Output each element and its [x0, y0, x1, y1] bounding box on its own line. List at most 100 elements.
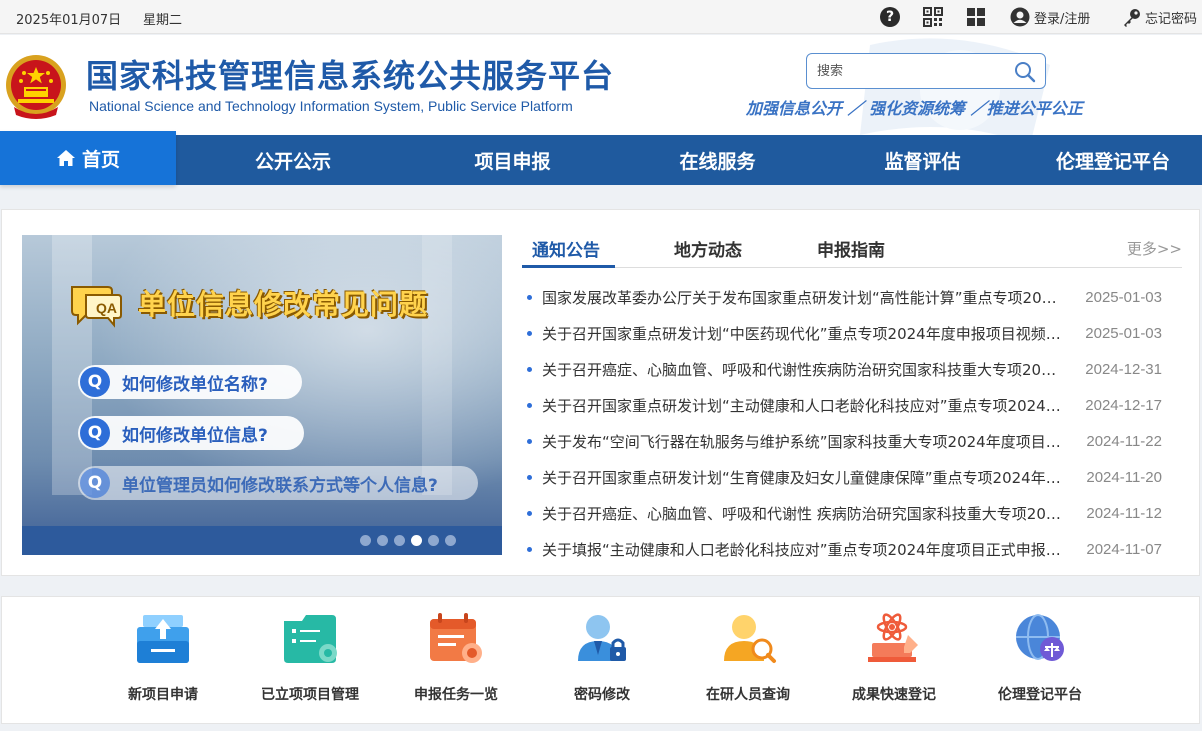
quick-link-password-change[interactable]: 密码修改	[532, 609, 672, 709]
quick-link-label: 已立项项目管理	[261, 687, 359, 703]
globe-scale-icon	[1016, 614, 1064, 661]
qa-chat-icon: QA	[71, 286, 122, 328]
news-title[interactable]: 关于填报“主动健康和人口老龄化科技应对”重点专项2024年度项目正式申报书的通知	[542, 539, 1062, 560]
news-date: 2025-01-03	[1085, 288, 1162, 306]
quick-link-new-project[interactable]: 新项目申请	[93, 609, 233, 709]
news-title[interactable]: 关于发布“空间飞行器在轨服务与维护系统”国家科技重大专项2024年度项目申报指南…	[542, 431, 1062, 452]
tab-application-guide[interactable]: 申报指南	[817, 236, 885, 261]
nav-item-label: 首页	[81, 148, 120, 171]
news-title[interactable]: 关于召开癌症、心脑血管、呼吸和代谢性疾病防治研究国家科技重大专项2024年度项目…	[542, 359, 1062, 380]
carousel-dot[interactable]	[360, 535, 371, 546]
tab-local-news[interactable]: 地方动态	[674, 236, 742, 261]
news-title[interactable]: 关于召开国家重点研发计划“主动健康和人口老龄化科技应对”重点专项2024年度项目…	[542, 395, 1062, 416]
help-icon[interactable]: ?	[880, 7, 900, 27]
carousel-dot-active[interactable]	[411, 535, 422, 546]
national-emblem-icon	[6, 55, 66, 119]
quick-link-researcher-search[interactable]: 在研人员查询	[678, 609, 818, 709]
carousel-dot[interactable]	[394, 535, 405, 546]
news-item[interactable]: 关于召开癌症、心脑血管、呼吸和代谢性疾病防治研究国家科技重大专项2024年度项目…	[527, 351, 1167, 387]
quick-link-project-management[interactable]: 已立项项目管理	[240, 609, 380, 709]
user-search-icon	[724, 615, 776, 663]
quick-link-result-registration[interactable]: 成果快速登记	[824, 609, 964, 709]
news-section: QA 单位信息修改常见问题 Q 如何修改单位名称? Q 如何修改单位信息? Q …	[1, 209, 1200, 576]
current-date: 2025年01月07日	[16, 13, 122, 28]
quick-link-label: 在研人员查询	[706, 687, 790, 703]
news-item[interactable]: 关于填报“主动健康和人口老龄化科技应对”重点专项2024年度项目正式申报书的通知…	[527, 531, 1167, 567]
nav-item-project-application[interactable]: 项目申报	[410, 135, 615, 185]
banner-carousel[interactable]: QA 单位信息修改常见问题 Q 如何修改单位名称? Q 如何修改单位信息? Q …	[22, 235, 502, 555]
bullet-icon	[527, 438, 532, 444]
quick-link-label: 密码修改	[574, 687, 630, 703]
bullet-icon	[527, 510, 532, 516]
faq-text: 如何修改单位名称?	[122, 374, 268, 395]
top-bar: 2025年01月07日 星期二 ? 登录/注册 忘记密码	[0, 0, 1202, 34]
calendar-icon	[430, 613, 482, 663]
faq-item[interactable]: Q 单位管理员如何修改联系方式等个人信息?	[78, 466, 478, 500]
nav-item-home[interactable]: 首页	[0, 131, 176, 185]
news-date: 2024-11-22	[1086, 432, 1162, 450]
news-item[interactable]: 关于发布“空间飞行器在轨服务与维护系统”国家科技重大专项2024年度项目申报指南…	[527, 423, 1167, 459]
nav-item-label: 公开公示	[254, 150, 331, 173]
search-box	[806, 53, 1046, 89]
bullet-icon	[527, 402, 532, 408]
home-icon	[56, 150, 75, 166]
carousel-dot[interactable]	[445, 535, 456, 546]
news-tabs: 通知公告 地方动态 申报指南 更多>>	[522, 230, 1182, 268]
site-header: 国家科技管理信息系统公共服务平台 National Science and Te…	[0, 35, 1202, 135]
faq-text: 单位管理员如何修改联系方式等个人信息?	[122, 475, 438, 496]
apps-grid-icon[interactable]	[966, 7, 986, 27]
nav-item-label: 项目申报	[474, 150, 551, 173]
search-icon[interactable]	[1013, 60, 1037, 84]
faq-text: 如何修改单位信息?	[122, 425, 268, 446]
news-item[interactable]: 关于召开国家重点研发计划“中医药现代化”重点专项2024年度申报项目视频答辩评审…	[527, 315, 1167, 351]
site-subtitle: National Science and Technology Informat…	[89, 98, 573, 114]
news-date: 2024-11-20	[1086, 468, 1162, 486]
nav-item-public-notice[interactable]: 公开公示	[176, 135, 410, 185]
folder-gear-icon	[284, 615, 337, 663]
faq-item[interactable]: Q 如何修改单位名称?	[78, 365, 302, 399]
bullet-icon	[527, 366, 532, 372]
quick-link-application-tasks[interactable]: 申报任务一览	[386, 609, 526, 709]
news-title[interactable]: 关于召开癌症、心脑血管、呼吸和代谢性 疾病防治研究国家科技重大专项2024年度项…	[542, 503, 1062, 524]
faq-item[interactable]: Q 如何修改单位信息?	[78, 416, 304, 450]
atom-pen-icon	[868, 613, 918, 662]
news-title[interactable]: 国家发展改革委办公厅关于发布国家重点研发计划“高性能计算”重点专项2024年度项…	[542, 287, 1062, 308]
login-register-link[interactable]: 登录/注册	[1010, 7, 1090, 27]
qr-code-icon[interactable]	[923, 7, 943, 27]
carousel-dot[interactable]	[428, 535, 439, 546]
nav-item-online-service[interactable]: 在线服务	[615, 135, 820, 185]
forgot-password-link[interactable]: 忘记密码	[1122, 7, 1197, 27]
news-title[interactable]: 关于召开国家重点研发计划“生育健康及妇女儿童健康保障”重点专项2024年度项目视…	[542, 467, 1062, 488]
nav-item-label: 监督评估	[884, 150, 961, 173]
news-item[interactable]: 关于召开癌症、心脑血管、呼吸和代谢性 疾病防治研究国家科技重大专项2024年度项…	[527, 495, 1167, 531]
tab-notices[interactable]: 通知公告	[532, 236, 600, 261]
news-item[interactable]: 关于召开国家重点研发计划“主动健康和人口老龄化科技应对”重点专项2024年度项目…	[527, 387, 1167, 423]
news-date: 2025-01-03	[1085, 324, 1162, 342]
news-item[interactable]: 国家发展改革委办公厅关于发布国家重点研发计划“高性能计算”重点专项2024年度项…	[527, 279, 1167, 315]
svg-text:QA: QA	[96, 300, 117, 316]
news-item[interactable]: 关于召开国家重点研发计划“生育健康及妇女儿童健康保障”重点专项2024年度项目视…	[527, 459, 1167, 495]
more-link[interactable]: 更多>>	[1127, 238, 1182, 259]
quick-link-ethics-platform[interactable]: 伦理登记平台	[970, 609, 1110, 709]
question-icon: Q	[80, 468, 110, 498]
nav-item-ethics-platform[interactable]: 伦理登记平台	[1025, 135, 1201, 185]
carousel-dot[interactable]	[377, 535, 388, 546]
question-icon: Q	[80, 367, 110, 397]
quick-link-label: 申报任务一览	[414, 687, 498, 703]
nav-item-supervision[interactable]: 监督评估	[820, 135, 1025, 185]
search-input[interactable]	[807, 54, 997, 88]
nav-item-label: 在线服务	[679, 150, 756, 173]
news-date: 2024-11-07	[1086, 540, 1162, 558]
quick-links-section: 新项目申请 已立项项目管理 申报任务一览 密码修改 在研人员查询 成果快速登记 …	[1, 596, 1200, 724]
quick-link-label: 成果快速登记	[852, 687, 936, 703]
current-weekday: 星期二	[143, 13, 183, 28]
news-list: 国家发展改革委办公厅关于发布国家重点研发计划“高性能计算”重点专项2024年度项…	[527, 279, 1167, 567]
news-title[interactable]: 关于召开国家重点研发计划“中医药现代化”重点专项2024年度申报项目视频答辩评审…	[542, 323, 1062, 344]
user-icon	[1010, 7, 1030, 27]
bullet-icon	[527, 546, 532, 552]
bullet-icon	[527, 330, 532, 336]
login-register-label: 登录/注册	[1034, 11, 1091, 27]
bullet-icon	[527, 474, 532, 480]
upload-tray-icon	[137, 615, 189, 663]
key-icon	[1124, 9, 1140, 27]
